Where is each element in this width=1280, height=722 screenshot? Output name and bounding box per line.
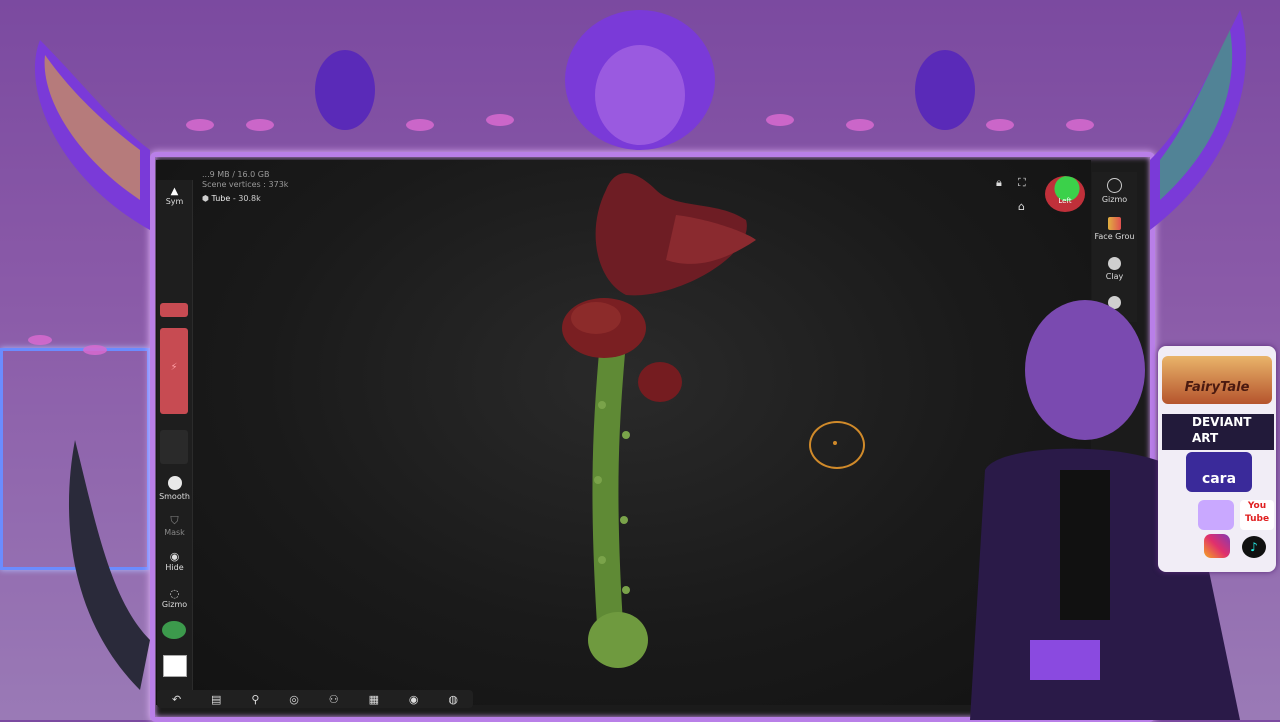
avatar-head bbox=[1025, 300, 1145, 440]
creature-right bbox=[915, 50, 975, 130]
tail bbox=[68, 440, 150, 690]
deviantart-banner[interactable]: DEVIANT ART bbox=[1162, 414, 1274, 450]
youtube-text: You Tube bbox=[1244, 501, 1270, 524]
cara-logo[interactable]: cara bbox=[1186, 452, 1252, 492]
instagram-icon[interactable] bbox=[1204, 534, 1230, 558]
tiktok-glyph: ♪ bbox=[1250, 540, 1258, 554]
youtube-logo[interactable]: You Tube bbox=[1240, 500, 1274, 530]
tiktok-icon[interactable]: ♪ bbox=[1242, 536, 1266, 558]
deviantart-text: DEVIANT ART bbox=[1192, 415, 1252, 445]
fairytale-text: FairyTale bbox=[1184, 380, 1250, 395]
fairytale-banner[interactable]: FairyTale bbox=[1162, 356, 1272, 404]
overlay-decorations bbox=[28, 10, 1246, 720]
character-badge bbox=[1198, 500, 1234, 530]
cara-text: cara bbox=[1201, 471, 1237, 487]
creature-left bbox=[315, 50, 375, 130]
